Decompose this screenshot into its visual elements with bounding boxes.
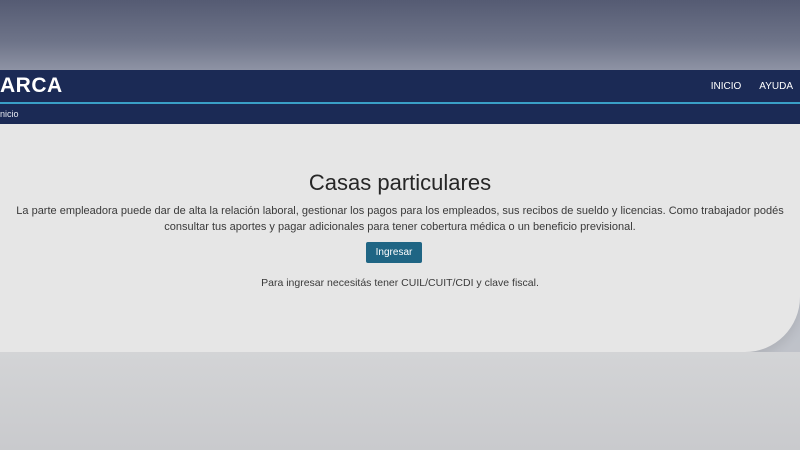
breadcrumb-item-inicio[interactable]: nicio — [0, 109, 19, 119]
main-nav: INICIO AYUDA — [693, 81, 793, 92]
main-content-card — [0, 124, 800, 352]
site-logo[interactable]: ARCA — [0, 74, 63, 98]
page-top-background — [0, 0, 800, 70]
page-title: Casas particulares — [308, 170, 492, 195]
login-button[interactable]: Ingresar — [366, 242, 422, 263]
breadcrumb: nicio — [0, 104, 800, 124]
nav-link-ayuda[interactable]: AYUDA — [759, 81, 793, 92]
nav-link-inicio[interactable]: INICIO — [711, 81, 742, 92]
page-description: La parte empleadora puede dar de alta la… — [16, 205, 784, 233]
requirement-note: Para ingresar necesitás tener CUIL/CUIT/… — [261, 277, 539, 289]
page-bottom-background — [0, 352, 800, 450]
top-navbar: ARCA INICIO AYUDA — [0, 70, 800, 102]
